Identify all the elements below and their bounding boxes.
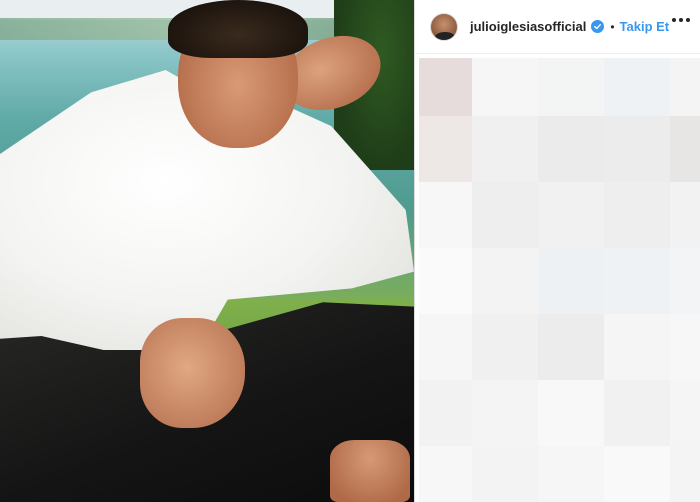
- photo-hand: [140, 318, 245, 428]
- mosaic-cell: [419, 380, 472, 446]
- blurred-comments-area: [419, 58, 700, 502]
- mosaic-cell: [538, 380, 604, 446]
- mosaic-cell: [670, 248, 700, 314]
- mosaic-cell: [538, 446, 604, 502]
- mosaic-cell: [538, 58, 604, 116]
- mosaic-cell: [604, 58, 670, 116]
- username-link[interactable]: julioiglesiasofficial: [470, 19, 586, 34]
- photo-hair: [168, 0, 308, 58]
- mosaic-cell: [538, 248, 604, 314]
- mosaic-cell: [670, 182, 700, 248]
- avatar[interactable]: [430, 12, 458, 41]
- verified-badge-icon: [591, 20, 605, 33]
- mosaic-cell: [670, 58, 700, 116]
- mosaic-cell: [604, 248, 670, 314]
- mosaic-cell: [419, 248, 472, 314]
- post-image[interactable]: [0, 0, 414, 502]
- mosaic-cell: [472, 182, 538, 248]
- post-header: julioiglesiasofficial • Takip Et: [415, 0, 700, 54]
- mosaic-cell: [670, 314, 700, 380]
- follow-button[interactable]: Takip Et: [620, 19, 670, 34]
- mosaic-cell: [670, 446, 700, 502]
- mosaic-cell: [538, 116, 604, 182]
- mosaic-cell: [472, 248, 538, 314]
- mosaic-cell: [419, 116, 472, 182]
- mosaic-cell: [472, 314, 538, 380]
- mosaic-cell: [604, 446, 670, 502]
- mosaic-cell: [670, 116, 700, 182]
- separator-dot: •: [610, 19, 615, 34]
- post-side-panel: julioiglesiasofficial • Takip Et: [415, 0, 700, 502]
- mosaic-cell: [472, 116, 538, 182]
- mosaic-cell: [604, 116, 670, 182]
- mosaic-cell: [538, 182, 604, 248]
- mosaic-cell: [604, 314, 670, 380]
- mosaic-cell: [472, 380, 538, 446]
- mosaic-cell: [419, 58, 472, 116]
- photo-leg: [330, 440, 410, 502]
- mosaic-cell: [419, 314, 472, 380]
- mosaic-cell: [604, 380, 670, 446]
- mosaic-cell: [419, 182, 472, 248]
- mosaic-cell: [604, 182, 670, 248]
- mosaic-cell: [472, 58, 538, 116]
- mosaic-cell: [538, 314, 604, 380]
- mosaic-cell: [472, 446, 538, 502]
- mosaic-cell: [670, 380, 700, 446]
- more-horizontal-icon[interactable]: [672, 18, 690, 22]
- mosaic-cell: [419, 446, 472, 502]
